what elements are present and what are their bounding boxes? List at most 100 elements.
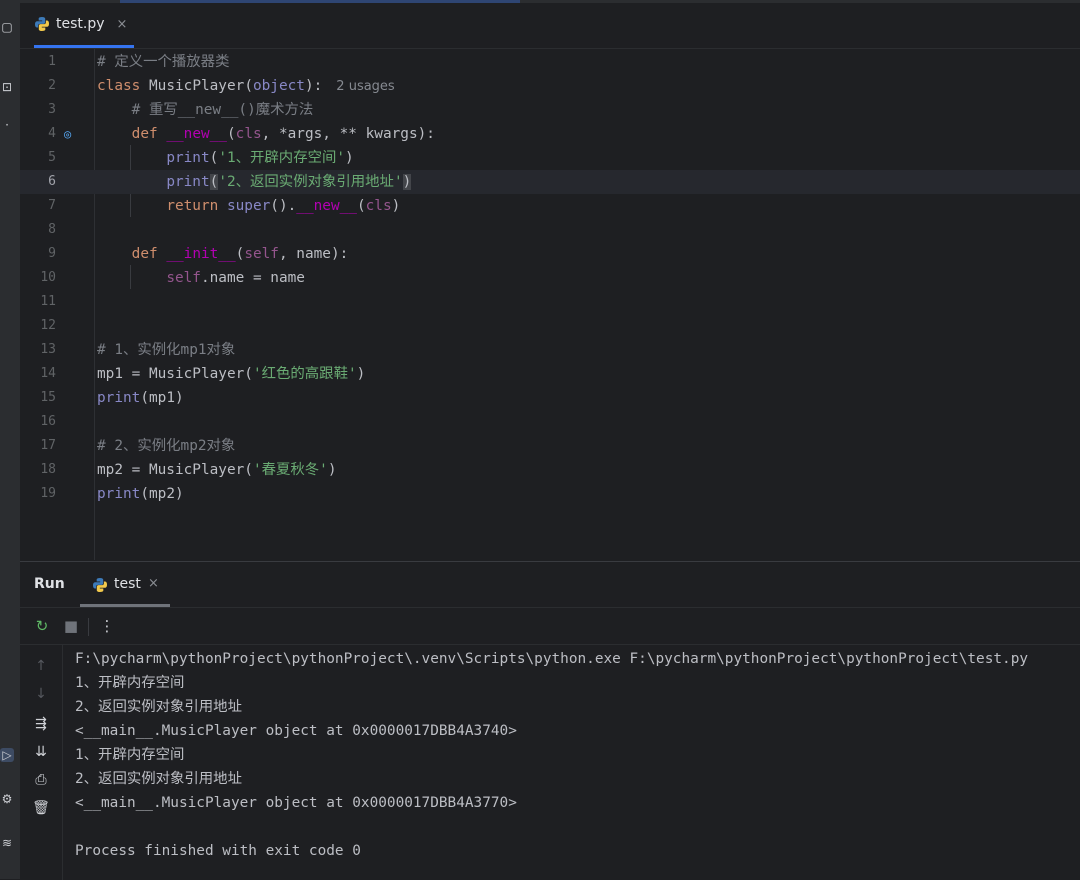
code-line[interactable]: 14 mp1 = MusicPlayer('红色的高跟鞋') [20, 362, 1080, 386]
usages-hint[interactable]: 2 usages [336, 79, 394, 94]
layers-icon[interactable]: ≋ [0, 836, 14, 850]
line-number: 11 [40, 294, 56, 309]
code-line[interactable]: 3 # 重写__new__()魔术方法 [20, 98, 1080, 122]
code-line[interactable]: 17 # 2、实例化mp2对象 [20, 434, 1080, 458]
console-output[interactable]: F:\pycharm\pythonProject\pythonProject\.… [75, 645, 1075, 880]
arrow-down-icon[interactable]: ↓ [32, 685, 50, 703]
project-icon[interactable]: ▢ [0, 20, 14, 34]
builtin: print [166, 174, 210, 190]
line-number: 18 [40, 462, 56, 477]
code-line[interactable]: 15 print(mp1) [20, 386, 1080, 410]
close-icon[interactable]: × [117, 17, 128, 32]
code-line[interactable]: 19 print(mp2) [20, 482, 1080, 506]
method-call: __new__ [296, 198, 357, 214]
code-line[interactable]: 12 [20, 314, 1080, 338]
statement: (mp2) [140, 486, 184, 502]
line-number: 19 [40, 486, 56, 501]
comment: # 1、实例化mp1对象 [97, 342, 236, 358]
method-name: __new__ [166, 126, 227, 142]
builtin: super [226, 198, 271, 214]
more-icon[interactable]: ⋮ [97, 616, 117, 636]
punct: ( [244, 78, 253, 94]
run-tool-window: Run test × ↻ ■ ⋮ ↑ ↓ ⇶ ⇊ ⎙ 🗑 F:\pycharm\… [20, 561, 1080, 880]
tab-test-py[interactable]: test.py × [34, 0, 134, 48]
punct: ): [304, 78, 323, 94]
console-line: 2、返回实例对象引用地址 [75, 699, 242, 715]
title-strip [20, 0, 1080, 3]
keyword: def [131, 126, 158, 142]
code-line-current[interactable]: 6 print('2、返回实例对象引用地址') [20, 170, 1080, 194]
punct: ) [345, 150, 354, 166]
keyword: def [131, 246, 158, 262]
param-cls: cls [365, 198, 392, 214]
soft-wrap-icon[interactable]: ⇶ [32, 715, 50, 733]
code-line[interactable]: 9 def __init__(self, name): [20, 242, 1080, 266]
line-number: 10 [40, 270, 56, 285]
line-number: 6 [48, 174, 56, 189]
line-number: 3 [48, 102, 56, 117]
active-tab-indicator [80, 604, 170, 607]
console-line: F:\pycharm\pythonProject\pythonProject\.… [75, 651, 1029, 667]
line-number: 14 [40, 366, 56, 381]
run-side-toolbar: ↑ ↓ ⇶ ⇊ ⎙ 🗑 [20, 645, 63, 880]
line-number: 13 [40, 342, 56, 357]
keyword: class [97, 78, 141, 94]
override-marker-icon[interactable]: ◎ [64, 127, 78, 141]
statement: mp2 = MusicPlayer( [97, 462, 253, 478]
trash-icon[interactable]: 🗑 [32, 799, 50, 817]
rerun-icon[interactable]: ↻ [32, 616, 52, 636]
punct: ( [235, 246, 245, 262]
scroll-to-end-icon[interactable]: ⇊ [32, 743, 50, 761]
code-line[interactable]: 7 return super().__new__(cls) [20, 194, 1080, 218]
left-tool-strip: ▢ ⊡ · ▷ ⚙ ≋ [0, 0, 21, 879]
line-number: 4 [48, 126, 56, 141]
code-line[interactable]: 2 class MusicPlayer(object): 2 usages [20, 74, 1080, 98]
code-line[interactable]: 18 mp2 = MusicPlayer('春夏秋冬') [20, 458, 1080, 482]
code-line[interactable]: 13 # 1、实例化mp1对象 [20, 338, 1080, 362]
comment: # 定义一个播放器类 [97, 54, 230, 70]
comment: # 重写__new__()魔术方法 [131, 102, 314, 118]
builtin: print [97, 486, 141, 502]
punct: ( [356, 198, 366, 214]
self-ref: self [166, 270, 201, 286]
run-title: Run [34, 576, 65, 592]
string: '1、开辟内存空间' [218, 150, 346, 166]
line-number: 16 [40, 414, 56, 429]
more-tools-icon[interactable]: · [0, 118, 14, 132]
code-line[interactable]: 5 print('1、开辟内存空间') [20, 146, 1080, 170]
line-number: 2 [48, 78, 56, 93]
code-line[interactable]: 10 self.name = name [20, 266, 1080, 290]
line-number: 7 [48, 198, 56, 213]
arrow-up-icon[interactable]: ↑ [32, 657, 50, 675]
punct: ( [226, 126, 236, 142]
punct: ) [356, 366, 366, 382]
console-line: <__main__.MusicPlayer object at 0x000001… [75, 723, 517, 739]
punct: ( [209, 174, 219, 190]
structure-icon[interactable]: ⊡ [0, 80, 14, 94]
code-line[interactable]: 4 ◎ def __new__(cls, *args, ** kwargs): [20, 122, 1080, 146]
line-number: 15 [40, 390, 56, 405]
editor-tab-bar: test.py × [20, 0, 1080, 49]
console-line: 2、返回实例对象引用地址 [75, 771, 242, 787]
run-tool-icon[interactable]: ▷ [0, 748, 14, 762]
code-line[interactable]: 8 [20, 218, 1080, 242]
code-line[interactable]: 1 # 定义一个播放器类 [20, 50, 1080, 74]
punct: ) [391, 198, 401, 214]
punct: (). [270, 198, 297, 214]
code-editor[interactable]: 1 # 定义一个播放器类 2 class MusicPlayer(object)… [20, 49, 1080, 560]
string: '红色的高跟鞋' [252, 366, 357, 382]
run-tab-test[interactable]: test × [80, 562, 170, 607]
line-number: 1 [48, 54, 56, 69]
stop-icon[interactable]: ■ [61, 616, 81, 636]
line-number: 5 [48, 150, 56, 165]
code-line[interactable]: 16 [20, 410, 1080, 434]
print-icon[interactable]: ⎙ [32, 771, 50, 789]
builtin: print [166, 150, 210, 166]
code-line[interactable]: 11 [20, 290, 1080, 314]
tab-label: test.py [56, 16, 105, 32]
punct: ) [402, 174, 412, 190]
services-icon[interactable]: ⚙ [0, 792, 14, 806]
console-line: 1、开辟内存空间 [75, 747, 185, 763]
toolbar-divider [88, 618, 89, 636]
close-icon[interactable]: × [148, 576, 159, 591]
